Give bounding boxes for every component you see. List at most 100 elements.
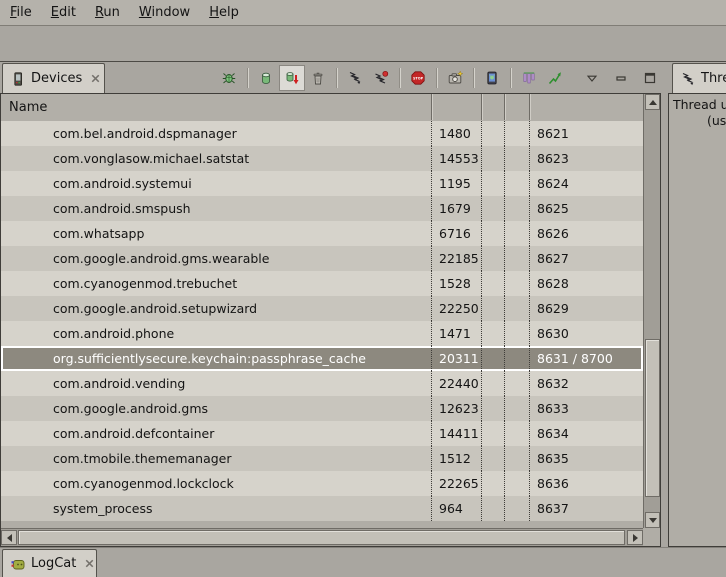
empty-cell [504, 171, 529, 196]
toolbar-separator [247, 68, 248, 88]
panel-resize-sash[interactable] [661, 63, 668, 547]
logcat-icon [10, 556, 26, 572]
table-row[interactable]: system_process9648637 [1, 496, 643, 521]
vertical-scroll-thumb[interactable] [645, 339, 660, 497]
tab-logcat[interactable]: LogCat [2, 549, 97, 577]
process-name-cell: com.android.defcontainer [1, 421, 431, 446]
update-threads-button[interactable] [342, 65, 368, 91]
stop-process-icon: STOP [410, 70, 426, 86]
empty-cell [481, 196, 504, 221]
menu-run[interactable]: Run [95, 5, 120, 20]
svg-text:STOP: STOP [413, 76, 424, 80]
update-threads-icon [680, 71, 696, 87]
menu-window[interactable]: Window [139, 5, 190, 20]
scroll-left-icon[interactable] [1, 530, 17, 545]
threads-panel: Thread updates not enabled for selected … [668, 93, 726, 547]
empty-cell [504, 146, 529, 171]
port-cell: 8635 [529, 446, 643, 471]
empty-cell [504, 346, 529, 371]
table-row[interactable]: com.cyanogenmod.lockclock222658636 [1, 471, 643, 496]
tab-logcat-label: LogCat [31, 556, 76, 571]
column-header-name: Name [1, 100, 47, 115]
toolbar-separator [399, 68, 400, 88]
pid-cell: 964 [431, 496, 481, 521]
debug-process-button[interactable] [216, 65, 242, 91]
threads-message-line1: Thread updates not enabled for selected … [673, 97, 726, 112]
dump-hprof-icon [284, 70, 300, 86]
process-table: com.bel.android.dspmanager14808621com.vo… [1, 121, 643, 521]
column-divider [504, 94, 505, 120]
main-toolbar-strip [0, 27, 726, 62]
devices-view-toolbar: STOP [216, 62, 661, 93]
table-row[interactable]: com.cyanogenmod.trebuchet15288628 [1, 271, 643, 296]
minimize-button[interactable] [610, 65, 632, 91]
capture-systrace-button[interactable] [516, 65, 542, 91]
empty-cell [504, 221, 529, 246]
table-row[interactable]: com.android.smspush16798625 [1, 196, 643, 221]
table-row[interactable]: com.android.systemui11958624 [1, 171, 643, 196]
start-method-profiling-icon [373, 70, 389, 86]
empty-cell [504, 121, 529, 146]
table-row[interactable]: org.sufficientlysecure.keychain:passphra… [1, 346, 643, 371]
pid-cell: 1480 [431, 121, 481, 146]
table-row[interactable]: com.tmobile.thememanager15128635 [1, 446, 643, 471]
table-row[interactable]: com.bel.android.dspmanager14808621 [1, 121, 643, 146]
start-method-profiling-button[interactable] [368, 65, 394, 91]
horizontal-scroll-thumb[interactable] [18, 530, 625, 545]
view-menu-icon [584, 70, 600, 86]
empty-cell [504, 321, 529, 346]
table-row[interactable]: com.android.defcontainer144118634 [1, 421, 643, 446]
scroll-right-icon[interactable] [627, 530, 643, 545]
pid-cell: 1512 [431, 446, 481, 471]
table-row[interactable]: com.android.phone14718630 [1, 321, 643, 346]
empty-cell [481, 246, 504, 271]
table-row[interactable]: com.android.vending224408632 [1, 371, 643, 396]
menu-edit[interactable]: Edit [51, 5, 76, 20]
toolbar-separator [336, 68, 337, 88]
empty-cell [481, 446, 504, 471]
table-row[interactable]: com.google.android.gms.wearable221858627 [1, 246, 643, 271]
table-row[interactable]: com.google.android.setupwizard222508629 [1, 296, 643, 321]
device-phone-icon [10, 71, 26, 87]
scroll-down-icon[interactable] [645, 512, 660, 528]
table-header[interactable]: Name [1, 94, 643, 122]
column-divider [431, 94, 432, 120]
close-icon[interactable] [89, 72, 102, 85]
bottom-tab-area: LogCat [0, 547, 726, 577]
horizontal-scrollbar[interactable] [1, 528, 643, 546]
maximize-icon [642, 70, 658, 86]
table-row[interactable]: com.whatsapp67168626 [1, 221, 643, 246]
table-row[interactable]: com.google.android.gms12623 8633 [1, 396, 643, 421]
cause-gc-button[interactable] [305, 65, 331, 91]
menu-help[interactable]: Help [209, 5, 239, 20]
devices-panel: Name com.bel.android.dspmanager14808621c… [0, 93, 661, 547]
update-heap-button[interactable] [253, 65, 279, 91]
start-opengl-trace-button[interactable] [542, 65, 568, 91]
empty-cell [481, 346, 504, 371]
close-icon[interactable] [83, 557, 96, 570]
dump-hprof-button[interactable] [279, 65, 305, 91]
process-name-cell: com.google.android.gms [1, 396, 431, 421]
pid-cell: 1195 [431, 171, 481, 196]
empty-cell [481, 271, 504, 296]
update-threads-icon [347, 70, 363, 86]
port-cell: 8636 [529, 471, 643, 496]
port-cell: 8629 [529, 296, 643, 321]
pid-cell: 1471 [431, 321, 481, 346]
maximize-button[interactable] [639, 65, 661, 91]
screen-capture-button[interactable] [442, 65, 468, 91]
dump-view-hierarchy-button[interactable] [479, 65, 505, 91]
port-cell: 8633 [529, 396, 643, 421]
pid-cell: 12623 [431, 396, 481, 421]
stop-process-button[interactable]: STOP [405, 65, 431, 91]
view-menu-button[interactable] [581, 65, 603, 91]
scroll-up-icon[interactable] [645, 94, 660, 110]
vertical-scrollbar[interactable] [643, 94, 660, 528]
menu-file[interactable]: File [10, 5, 32, 20]
table-row[interactable]: com.vonglasow.michael.satstat145538623 [1, 146, 643, 171]
empty-cell [481, 121, 504, 146]
toolbar-separator [473, 68, 474, 88]
tab-devices[interactable]: Devices [2, 63, 105, 93]
tab-threads[interactable]: Threads [672, 63, 726, 93]
port-cell: 8625 [529, 196, 643, 221]
